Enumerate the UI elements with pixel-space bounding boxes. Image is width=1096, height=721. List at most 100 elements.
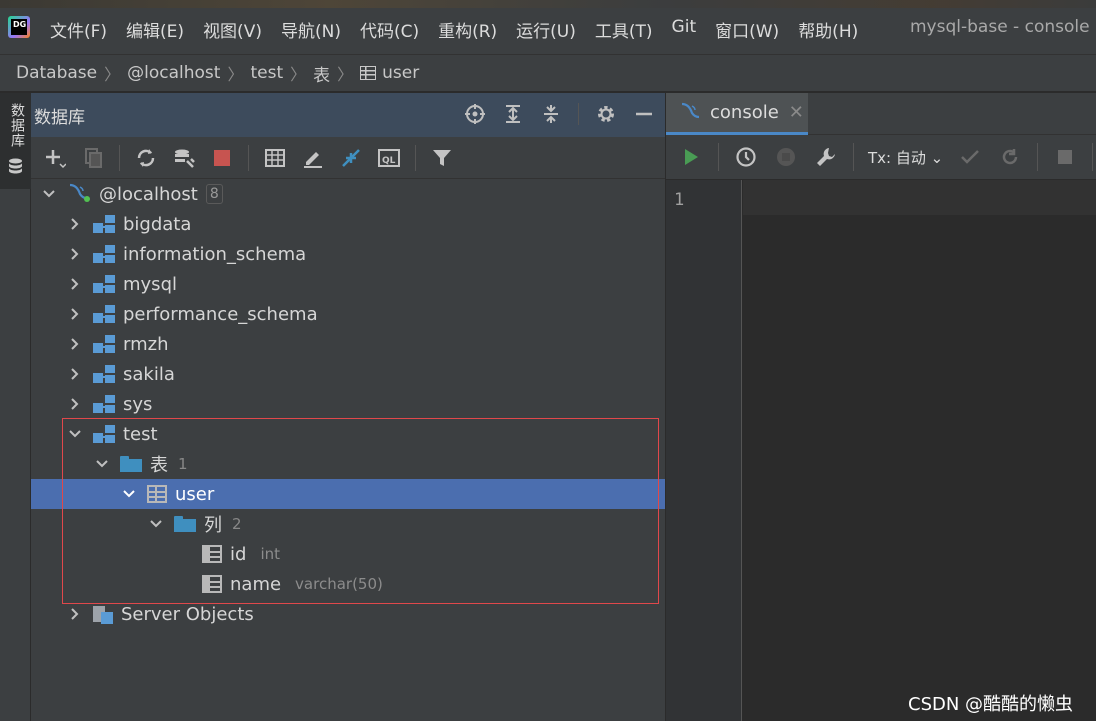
chevron-down-icon[interactable] [94, 456, 110, 472]
filter-icon[interactable] [430, 146, 454, 170]
toolbar-separator [1037, 143, 1039, 171]
chevron-right-icon[interactable] [67, 396, 83, 412]
tree-node-schema-test[interactable]: test [31, 419, 665, 449]
toolbar-separator [718, 143, 719, 171]
cancel-running-icon[interactable] [773, 144, 799, 170]
breadcrumb-database[interactable]: Database [16, 63, 97, 83]
breadcrumb-localhost[interactable]: @localhost [127, 63, 220, 83]
tree-label: 列 [204, 515, 222, 536]
menu-code[interactable]: 代码(C) [360, 17, 419, 42]
database-tool-tab[interactable]: 数据库 [0, 93, 31, 189]
commit-icon[interactable] [957, 144, 983, 170]
tree-node-schema[interactable]: information_schema [31, 239, 665, 269]
chevron-right-icon[interactable] [67, 336, 83, 352]
menu-git[interactable]: Git [672, 17, 697, 42]
toolbar-separator [1092, 143, 1094, 171]
tree-node-schema[interactable]: mysql [31, 269, 665, 299]
tree-node-schema[interactable]: sakila [31, 359, 665, 389]
chevron-down-icon: ⌄ [930, 148, 944, 167]
database-panel-header: 数据库 [31, 93, 665, 137]
chevron-down-icon[interactable] [41, 186, 57, 202]
breadcrumb-separator-icon: 〉 [290, 65, 307, 84]
column-type: varchar(50) [295, 575, 383, 593]
chevron-down-icon[interactable] [148, 516, 164, 532]
tree-label: information_schema [123, 243, 307, 265]
tree-label: mysql [123, 273, 177, 295]
breadcrumb-user-table[interactable]: user [360, 63, 419, 83]
gear-icon[interactable] [595, 103, 617, 125]
tree-node-column[interactable]: name varchar(50) [31, 569, 665, 599]
stop-execution-icon[interactable] [1052, 144, 1078, 170]
menu-file[interactable]: 文件(F) [50, 17, 107, 42]
tree-node-schema[interactable]: sys [31, 389, 665, 419]
menu-view[interactable]: 视图(V) [203, 17, 262, 42]
database-toolbar: QL [31, 137, 665, 179]
menu-run[interactable]: 运行(U) [516, 17, 576, 42]
schema-icon [93, 304, 115, 324]
tree-node-columns-folder[interactable]: 列 2 [31, 509, 665, 539]
tree-label: performance_schema [123, 303, 318, 325]
chevron-right-icon[interactable] [67, 216, 83, 232]
schema-icon [93, 424, 115, 444]
locate-icon[interactable] [464, 103, 486, 125]
run-icon[interactable] [678, 144, 704, 170]
transaction-mode-dropdown[interactable]: Tx: 自动 ⌄ [868, 147, 943, 168]
menu-navigate[interactable]: 导航(N) [281, 17, 341, 42]
toolbar-separator [248, 144, 249, 171]
rollback-icon[interactable] [997, 144, 1023, 170]
menu-refactor[interactable]: 重构(R) [438, 17, 497, 42]
chevron-down-icon[interactable] [121, 486, 137, 502]
tree-node-schema[interactable]: bigdata [31, 209, 665, 239]
chevron-right-icon[interactable] [67, 276, 83, 292]
wrench-icon[interactable] [813, 144, 839, 170]
breadcrumb-tables[interactable]: 表 [313, 61, 330, 86]
editor-tab-bar: console ✕ [666, 93, 1096, 135]
column-name: id [230, 543, 247, 565]
tree-label: rmzh [123, 333, 169, 355]
tree-node-schema[interactable]: performance_schema [31, 299, 665, 329]
chevron-right-icon[interactable] [67, 606, 83, 622]
chevron-down-icon[interactable] [67, 426, 83, 442]
chevron-right-icon[interactable] [67, 366, 83, 382]
server-objects-icon [93, 604, 113, 624]
database-panel: 数据库 QL @localhost 8 bigdata information_… [31, 93, 665, 721]
tree-node-table-user[interactable]: user [31, 479, 665, 509]
breadcrumb: Database 〉 @localhost 〉 test 〉 表 〉 user [0, 54, 1096, 92]
console-icon [680, 100, 702, 126]
watermark: CSDN @酷酷的懒虫 [908, 694, 1074, 715]
schema-settings-icon[interactable] [172, 146, 196, 170]
tree-node-server-objects[interactable]: Server Objects [31, 599, 665, 629]
tree-node-localhost[interactable]: @localhost 8 [31, 179, 665, 209]
tab-console[interactable]: console ✕ [666, 93, 808, 135]
breadcrumb-separator-icon: 〉 [337, 65, 354, 84]
tree-node-tables-folder[interactable]: 表 1 [31, 449, 665, 479]
menu-edit[interactable]: 编辑(E) [126, 17, 184, 42]
history-icon[interactable] [733, 144, 759, 170]
chevron-right-icon[interactable] [67, 306, 83, 322]
header-separator [578, 103, 579, 125]
duplicate-icon[interactable] [81, 146, 105, 170]
chevron-right-icon[interactable] [67, 246, 83, 262]
hide-panel-icon[interactable] [633, 103, 655, 125]
database-tree: @localhost 8 bigdata information_schema … [31, 179, 665, 629]
menu-help[interactable]: 帮助(H) [798, 17, 858, 42]
table-editor-icon[interactable] [263, 146, 287, 170]
collapse-all-icon[interactable] [540, 103, 562, 125]
stop-icon[interactable] [210, 146, 234, 170]
edit-icon[interactable] [301, 146, 325, 170]
datagrip-logo-icon[interactable]: DG [8, 16, 30, 38]
jump-to-source-icon[interactable] [339, 146, 363, 170]
line-number-gutter: 1 [666, 180, 742, 721]
menu-window[interactable]: 窗口(W) [715, 17, 779, 42]
close-icon[interactable]: ✕ [789, 102, 804, 123]
child-count: 2 [232, 515, 242, 533]
sql-editor[interactable] [743, 180, 1096, 721]
query-console-icon[interactable]: QL [377, 146, 401, 170]
breadcrumb-test[interactable]: test [250, 63, 283, 83]
menu-tools[interactable]: 工具(T) [595, 17, 653, 42]
expand-all-icon[interactable] [502, 103, 524, 125]
tree-node-schema[interactable]: rmzh [31, 329, 665, 359]
add-icon[interactable] [43, 146, 67, 170]
tree-node-column[interactable]: id int [31, 539, 665, 569]
refresh-icon[interactable] [134, 146, 158, 170]
